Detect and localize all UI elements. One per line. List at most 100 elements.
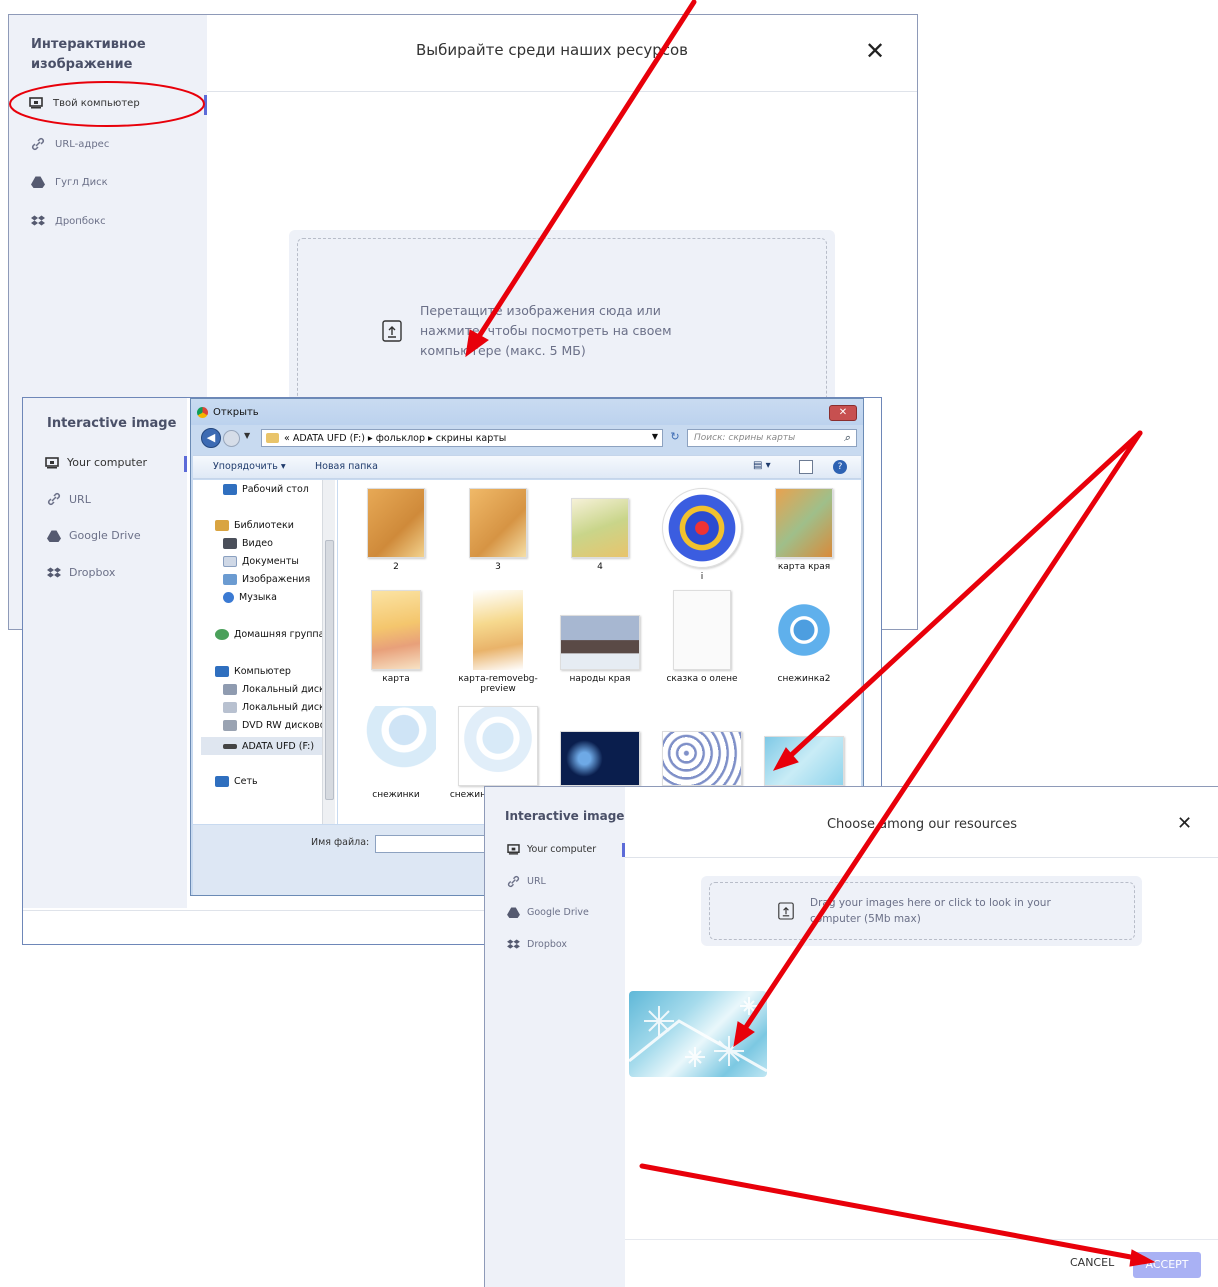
google-drive-icon	[31, 176, 45, 188]
file-item[interactable]: карта	[346, 590, 446, 684]
file-item[interactable]: снежинка2	[754, 590, 854, 684]
sidebar-item-url[interactable]: URL	[47, 492, 91, 506]
nav-item-homegroup[interactable]: Домашняя группа	[215, 629, 324, 640]
header-divider	[207, 91, 917, 92]
file-item[interactable]: народы края	[550, 590, 650, 684]
nav-item-libraries[interactable]: Библиотеки	[215, 520, 294, 531]
nav-item-network[interactable]: Сеть	[215, 776, 258, 787]
sidebar-item-dropbox[interactable]: Dropbox	[47, 566, 115, 579]
breadcrumb[interactable]: « ADATA UFD (F:) ▸ фольклор ▸ скрины кар…	[261, 429, 663, 447]
refresh-button[interactable]: ↻	[667, 430, 683, 446]
nav-label: Локальный диск	[242, 684, 325, 695]
ru-dropzone[interactable]: Перетащите изображения сюда или нажмите,…	[297, 238, 827, 423]
sidebar-item-label: Гугл Диск	[55, 176, 108, 188]
nav-scrollbar[interactable]	[322, 480, 335, 824]
sidebar-item-url[interactable]: URL-адрес	[31, 137, 109, 151]
map-thumbnail	[473, 590, 523, 670]
file-item[interactable]: карта края	[754, 488, 854, 572]
sidebar-item-your-computer[interactable]: Your computer	[507, 844, 596, 855]
sidebar-item-your-computer[interactable]: Твой компьютер	[29, 97, 140, 109]
nav-item-adata[interactable]: ADATA UFD (F:)	[201, 737, 325, 755]
file-item[interactable]: карта-removebg-preview	[448, 590, 548, 694]
footer-divider	[625, 1239, 1218, 1240]
network-icon	[215, 776, 229, 787]
file-label: 3	[495, 562, 501, 572]
file-item[interactable]: 3	[448, 488, 548, 572]
snowflake-thumbnail	[764, 590, 844, 670]
en-dropzone[interactable]: Drag your images here or click to look i…	[709, 882, 1135, 940]
google-drive-icon	[507, 907, 520, 918]
file-label: карта края	[777, 562, 831, 572]
upload-icon	[382, 319, 402, 342]
close-icon[interactable]: ✕	[1177, 815, 1192, 833]
file-item[interactable]: 2	[346, 488, 446, 572]
dropbox-icon	[507, 939, 520, 949]
sidebar-item-dropbox[interactable]: Дропбокс	[31, 215, 106, 227]
upload-icon	[778, 902, 794, 920]
file-item[interactable]: i	[652, 488, 752, 582]
en-sidebar-title: Interactive image	[505, 809, 625, 823]
nav-item-local-disk-2[interactable]: Локальный диск	[223, 702, 325, 713]
search-input[interactable]: Поиск: скрины карты ⌕	[687, 429, 857, 447]
accept-button[interactable]: ACCEPT	[1133, 1252, 1201, 1278]
nav-label: Сеть	[234, 776, 258, 787]
sidebar-item-dropbox[interactable]: Dropbox	[507, 939, 567, 950]
file-item[interactable]: сказка о олене	[652, 590, 752, 684]
new-folder-button[interactable]: Новая папка	[315, 461, 378, 472]
nav-item-video[interactable]: Видео	[223, 538, 273, 549]
snowflake-logo-thumbnail	[662, 488, 742, 568]
homegroup-icon	[215, 629, 229, 640]
sidebar-item-google-drive[interactable]: Google Drive	[47, 529, 141, 542]
sidebar-item-label: Твой компьютер	[53, 97, 140, 109]
ru-header-title: Выбирайте среди наших ресурсов	[416, 41, 688, 59]
nav-item-computer[interactable]: Компьютер	[215, 666, 291, 677]
file-item[interactable]	[652, 706, 752, 790]
view-options-icon[interactable]: ▤ ▾	[753, 460, 777, 474]
sidebar-item-label: URL	[527, 876, 546, 887]
en-image-dialog-front: Interactive image Your computer URL Goog…	[484, 786, 1218, 1287]
computer-icon	[215, 666, 229, 677]
history-dropdown-icon[interactable]: ▼	[244, 431, 250, 440]
nav-item-documents[interactable]: Документы	[223, 556, 299, 567]
scroll-thumb[interactable]	[325, 540, 334, 800]
nav-item-local-disk-1[interactable]: Локальный диск	[223, 684, 325, 695]
monitor-icon	[29, 97, 43, 109]
file-item[interactable]: снежинки	[346, 706, 446, 800]
sidebar-item-label: Google Drive	[69, 529, 141, 542]
sidebar-item-google-drive[interactable]: Гугл Диск	[31, 176, 108, 188]
back-button[interactable]: ◀	[201, 428, 221, 448]
selected-image-preview[interactable]	[629, 991, 767, 1077]
file-label: карта	[382, 674, 410, 684]
forward-button[interactable]	[223, 430, 240, 447]
sidebar-item-google-drive[interactable]: Google Drive	[507, 907, 589, 918]
nav-item-pictures[interactable]: Изображения	[223, 574, 310, 585]
file-item[interactable]	[754, 706, 854, 790]
search-icon: ⌕	[843, 431, 850, 444]
music-icon	[223, 592, 234, 603]
nav-item-music[interactable]: Музыка	[223, 592, 277, 603]
preview-pane-icon[interactable]	[799, 460, 813, 474]
sidebar-item-label: Dropbox	[69, 566, 116, 579]
window-close-button[interactable]: ✕	[829, 405, 857, 421]
nav-item-desktop[interactable]: Рабочий стол	[223, 484, 309, 495]
file-item[interactable]	[550, 706, 650, 790]
nav-item-dvd[interactable]: DVD RW дисковод	[223, 720, 332, 731]
breadcrumb-dropdown-icon[interactable]: ▼	[652, 432, 658, 441]
nav-label: ADATA UFD (F:)	[242, 740, 315, 752]
cancel-button[interactable]: CANCEL	[1070, 1256, 1114, 1269]
organize-button[interactable]: Упорядочить ▾	[213, 461, 286, 472]
link-icon	[31, 137, 45, 151]
help-icon[interactable]: ?	[833, 460, 847, 474]
nav-label: Локальный диск	[242, 702, 325, 713]
nav-label: Домашняя группа	[234, 629, 325, 640]
desktop-icon	[223, 484, 237, 495]
sidebar-item-your-computer[interactable]: Your computer	[45, 456, 147, 469]
sidebar-item-label: Your computer	[67, 456, 148, 469]
close-icon[interactable]: ✕	[865, 39, 885, 63]
file-item[interactable]: 4	[550, 488, 650, 572]
file-label: 4	[597, 562, 603, 572]
address-bar: ◀ ▼ « ADATA UFD (F:) ▸ фольклор ▸ скрины…	[197, 427, 859, 449]
search-placeholder: Поиск: скрины карты	[694, 433, 796, 443]
sidebar-item-url[interactable]: URL	[507, 875, 546, 888]
en-dropzone-text: Drag your images here or click to look i…	[810, 897, 1051, 925]
